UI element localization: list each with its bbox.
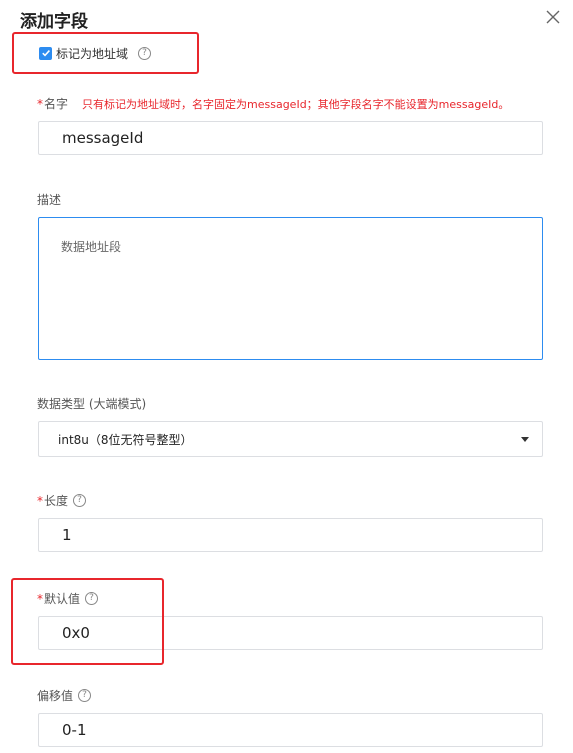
data-type-select[interactable]: int8u（8位无符号整型）	[38, 421, 543, 457]
name-label-row: * 名字 只有标记为地址域时，名字固定为messageId；其他字段名字不能设置…	[37, 95, 509, 112]
length-input[interactable]: 1	[38, 518, 543, 552]
dialog-title: 添加字段	[20, 12, 88, 32]
required-mark: *	[37, 493, 43, 508]
question-circle-icon[interactable]: ?	[73, 494, 87, 507]
offset-label-row: 偏移值 ?	[37, 687, 92, 704]
length-label-row: * 长度 ?	[37, 492, 87, 509]
offset-label: 偏移值	[37, 689, 74, 703]
name-note: 只有标记为地址域时，名字固定为messageId；其他字段名字不能设置为mess…	[82, 97, 510, 111]
question-circle-icon[interactable]: ?	[78, 689, 92, 702]
length-label: 长度	[44, 494, 69, 508]
name-label: 名字	[44, 97, 69, 111]
name-input[interactable]: messageId	[38, 121, 543, 155]
annotation-highlight-address	[12, 32, 199, 74]
caret-down-icon	[521, 437, 529, 442]
data-type-selected: int8u（8位无符号整型）	[58, 432, 193, 447]
annotation-highlight-default-value	[11, 578, 164, 665]
data-type-label: 数据类型 (大端模式)	[37, 397, 147, 411]
close-icon[interactable]	[544, 8, 562, 26]
description-label: 描述	[37, 193, 62, 207]
description-textarea[interactable]: 数据地址段	[38, 217, 543, 360]
required-mark: *	[37, 96, 43, 111]
offset-input[interactable]: 0-1	[38, 713, 543, 747]
